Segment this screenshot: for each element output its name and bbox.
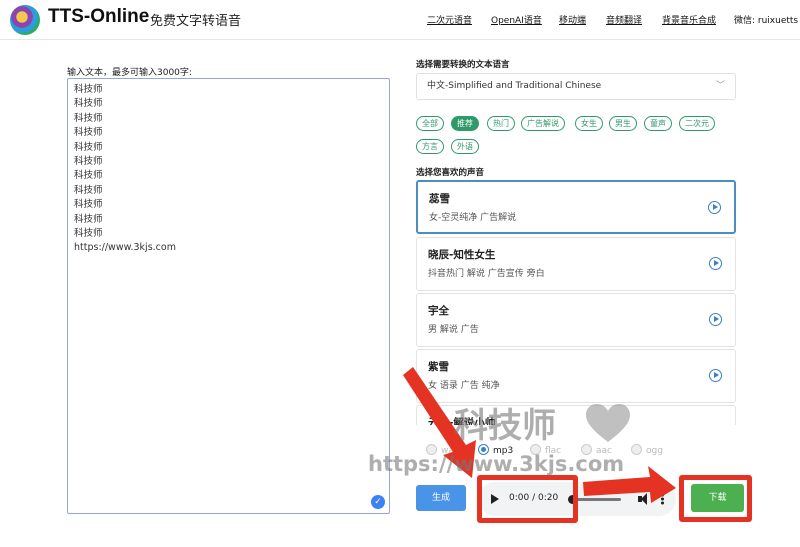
filter-dialect[interactable]: 方言 xyxy=(416,139,444,154)
voice-desc: 女 语录 广告 纯净 xyxy=(428,381,500,391)
nav-openai-voice[interactable]: OpenAI语音 xyxy=(491,13,542,26)
highlight-box-download xyxy=(679,475,752,522)
filter-child[interactable]: 童声 xyxy=(644,116,672,131)
language-selected-value: 中文-Simplified and Traditional Chinese xyxy=(427,81,602,91)
filter-ad-narration[interactable]: 广告解说 xyxy=(521,116,565,131)
radio-icon xyxy=(631,444,642,455)
volume-icon[interactable] xyxy=(638,493,649,505)
play-circle-icon[interactable] xyxy=(709,257,722,270)
voice-label: 选择您喜欢的声音 xyxy=(416,168,485,178)
input-label: 输入文本，最多可输入3000字: xyxy=(67,68,192,78)
filter-anime[interactable]: 二次元 xyxy=(679,116,715,131)
audio-seek-bar[interactable] xyxy=(568,495,621,504)
nav-anime-voice[interactable]: 二次元语音 xyxy=(427,13,472,26)
voice-card[interactable]: 紫雪 女 语录 广告 纯净 xyxy=(416,349,736,403)
text-input[interactable]: 科技师 科技师 科技师 科技师 科技师 科技师 科技师 科技师 科技师 科技师 … xyxy=(67,78,390,514)
voice-card[interactable]: 晓辰-知性女生 抖音热门 解说 广告宣传 旁白 xyxy=(416,237,736,291)
voice-desc: 男 解说 广告 xyxy=(428,325,479,335)
format-ogg[interactable]: ogg xyxy=(631,444,663,456)
voice-card[interactable]: 宇全 男 解说 广告 xyxy=(416,293,736,347)
format-label: ogg xyxy=(646,446,663,456)
filter-female[interactable]: 女生 xyxy=(575,116,603,131)
highlight-box-player xyxy=(477,475,578,523)
brand-title[interactable]: TTS-Online xyxy=(48,6,149,28)
generate-button[interactable]: 生成 xyxy=(416,485,466,511)
logo-icon[interactable] xyxy=(10,5,40,35)
voice-list: 蕊雪 女-空灵纯净 广告解说 晓辰-知性女生 抖音热门 解说 广告宣传 旁白 宇… xyxy=(416,180,737,425)
nav-audio-translate[interactable]: 音频翻译 xyxy=(606,13,642,26)
voice-name: 宇全 xyxy=(428,305,449,317)
nav-mobile[interactable]: 移动端 xyxy=(559,13,586,26)
play-circle-icon[interactable] xyxy=(709,313,722,326)
filter-recommended[interactable]: 推荐 xyxy=(451,116,479,131)
filter-male[interactable]: 男生 xyxy=(609,116,637,131)
brand-subtitle: 免费文字转语音 xyxy=(150,14,242,29)
language-label: 选择需要转换的文本语言 xyxy=(416,60,510,70)
filter-foreign[interactable]: 外语 xyxy=(451,139,479,154)
voice-name: 蕊雪 xyxy=(429,193,450,205)
voice-name: 紫雪 xyxy=(428,361,449,373)
chevron-down-icon: ﹀ xyxy=(715,81,725,91)
watermark-title: 科技师 xyxy=(454,406,556,446)
top-header: TTS-Online 免费文字转语音 二次元语音 OpenAI语音 移动端 音频… xyxy=(0,0,800,40)
voice-name: 晓辰-知性女生 xyxy=(428,249,496,261)
play-circle-icon[interactable] xyxy=(709,369,722,382)
check-icon[interactable]: ✓ xyxy=(371,495,385,509)
voice-desc: 女-空灵纯净 广告解说 xyxy=(429,213,517,223)
voice-desc: 抖音热门 解说 广告宣传 旁白 xyxy=(428,269,545,279)
more-options-icon[interactable] xyxy=(661,493,664,505)
filter-all[interactable]: 全部 xyxy=(416,116,444,131)
nav-bgm-synthesis[interactable]: 背景音乐合成 xyxy=(662,13,716,26)
play-circle-icon[interactable] xyxy=(708,201,721,214)
watermark-url: https://www.3kjs.com xyxy=(368,452,625,476)
wechat-contact: 微信: ruixuetts xyxy=(734,16,799,26)
language-select[interactable]: 中文-Simplified and Traditional Chinese ﹀ xyxy=(416,73,736,100)
heart-icon xyxy=(586,404,630,442)
filter-popular[interactable]: 热门 xyxy=(487,116,515,131)
voice-card[interactable]: 蕊雪 女-空灵纯净 广告解说 xyxy=(416,180,736,234)
